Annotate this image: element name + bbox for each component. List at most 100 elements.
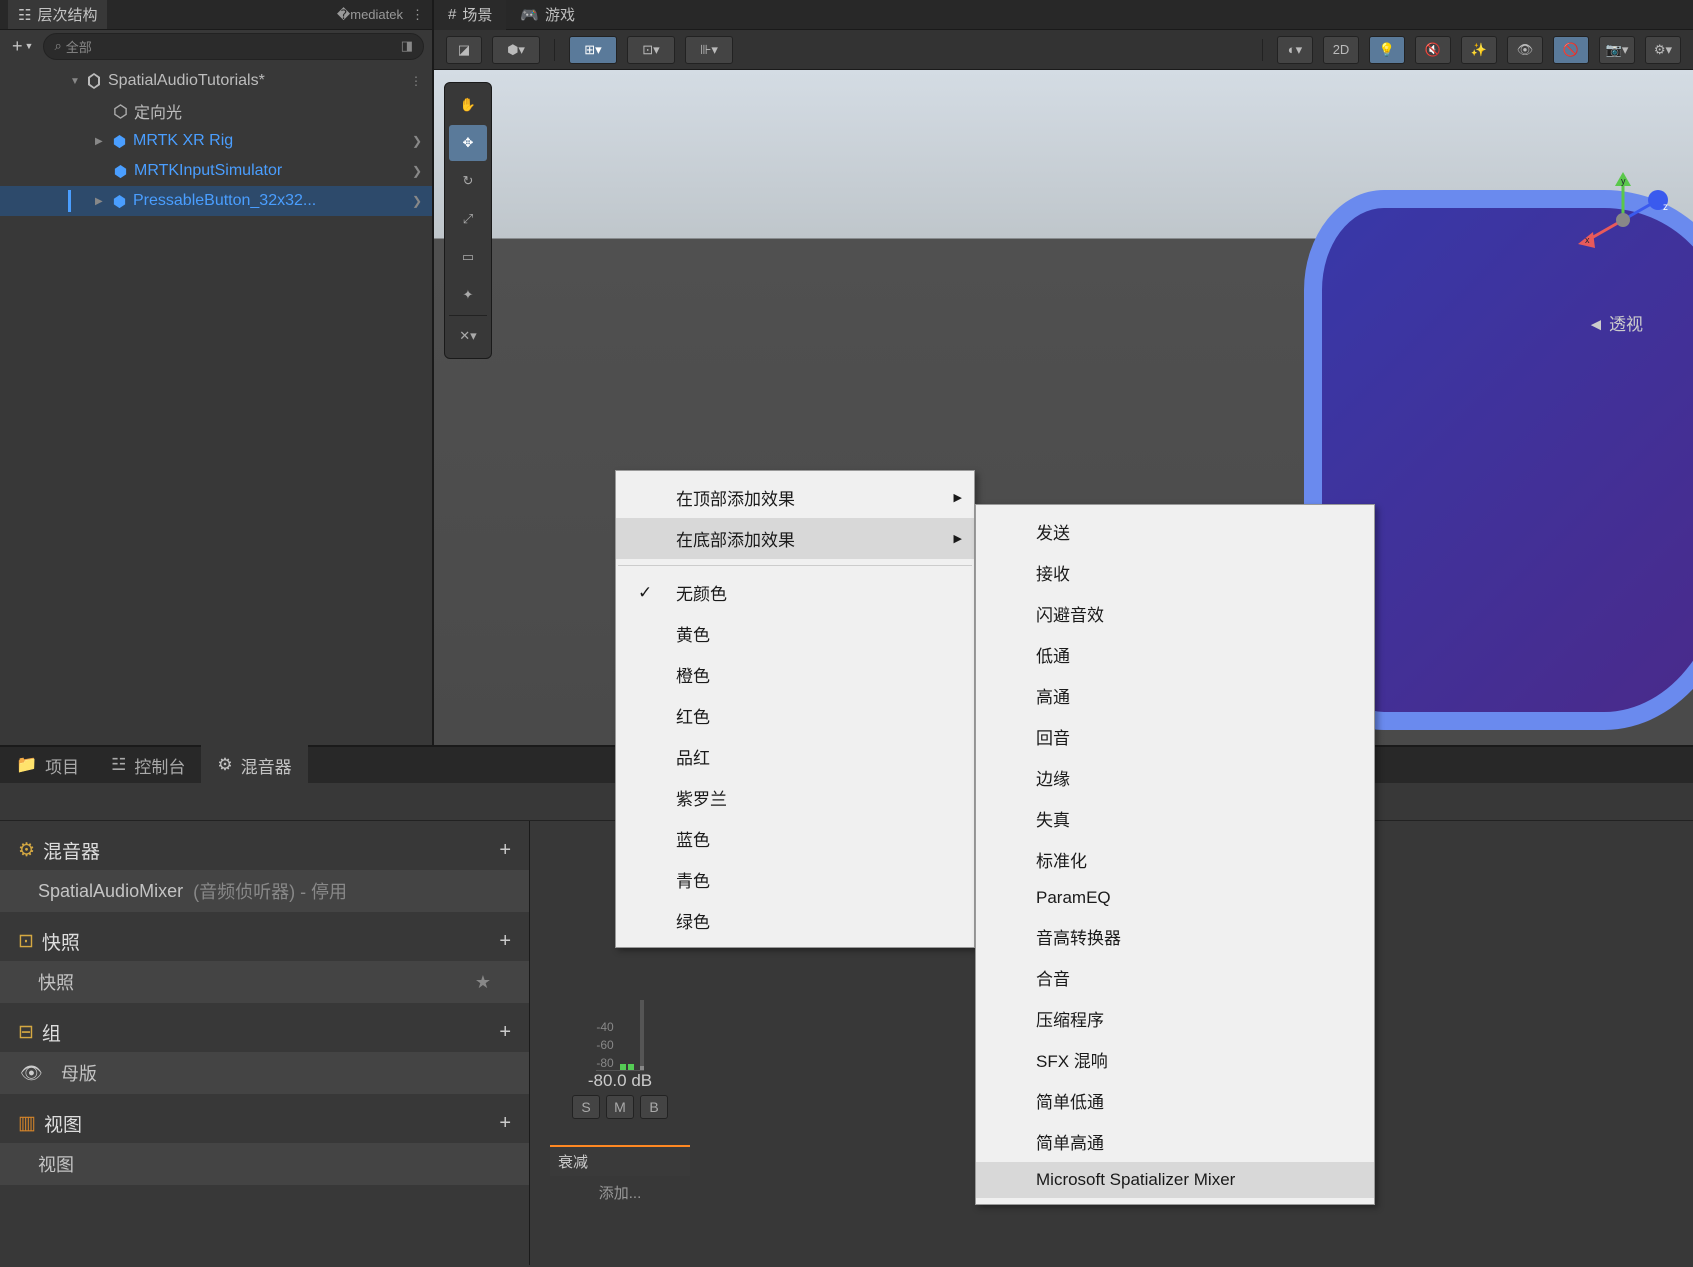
audio-btn[interactable]: 🔇 xyxy=(1415,36,1451,64)
menu-color-yellow[interactable]: 黄色 xyxy=(616,613,974,654)
lighting-btn[interactable]: 💡 xyxy=(1369,36,1405,64)
folder-icon: 📁 xyxy=(16,755,37,775)
draw-mode-btn[interactable]: ⬢▾ xyxy=(492,36,540,64)
fx-btn[interactable]: ✨ xyxy=(1461,36,1497,64)
menu-effect-sfxreverb[interactable]: SFX 混响 xyxy=(976,1039,1374,1080)
views-header: ▥ 视图 + xyxy=(0,1104,529,1143)
mixer-tab[interactable]: ⚙ 混音器 xyxy=(201,745,307,786)
mixer-sidebar: ⚙ 混音器 + SpatialAudioMixer (音频侦听器) - 停用 ⊡… xyxy=(0,821,530,1265)
rect-tool[interactable]: ▭ xyxy=(449,239,487,275)
custom-tools-btn[interactable]: ✕▾ xyxy=(449,318,487,354)
menu-color-green[interactable]: 绿色 xyxy=(616,900,974,941)
sliders-icon: ⚙ xyxy=(217,755,232,775)
menu-color-none[interactable]: ✓无颜色 xyxy=(616,572,974,613)
view-icon: ▥ xyxy=(18,1112,36,1135)
add-view-btn[interactable]: + xyxy=(499,1112,511,1135)
gameobject-icon xyxy=(110,104,130,119)
skybox-btn[interactable]: ◐▾ xyxy=(1277,36,1313,64)
eye-icon[interactable]: 👁 xyxy=(20,1063,43,1084)
view-item[interactable]: 视图 xyxy=(0,1143,529,1185)
scale-tool[interactable]: ⤢ xyxy=(449,201,487,237)
lock-icon[interactable]: �mediatek xyxy=(337,7,403,23)
menu-color-blue[interactable]: 蓝色 xyxy=(616,818,974,859)
search-filter-icon[interactable]: ◨ xyxy=(401,38,413,54)
menu-effect-distortion[interactable]: 失真 xyxy=(976,798,1374,839)
menu-effect-simplehp[interactable]: 简单高通 xyxy=(976,1121,1374,1162)
menu-effect-receive[interactable]: 接收 xyxy=(976,552,1374,593)
rotate-tool[interactable]: ↻ xyxy=(449,163,487,199)
move-tool[interactable]: ✥ xyxy=(449,125,487,161)
hierarchy-scene-root[interactable]: ▼ SpatialAudioTutorials* ⋮ xyxy=(0,66,432,96)
2d-btn[interactable]: 2D xyxy=(1323,36,1359,64)
game-tab[interactable]: 🎮 游戏 xyxy=(506,0,589,30)
menu-effect-highpass[interactable]: 高通 xyxy=(976,675,1374,716)
menu-effect-ms-spatializer[interactable]: Microsoft Spatializer Mixer xyxy=(976,1162,1374,1198)
menu-icon[interactable]: ⋮ xyxy=(411,7,424,23)
mute-btn[interactable]: M xyxy=(606,1095,634,1119)
grid-icon: # xyxy=(448,6,456,23)
hierarchy-item-inputsim[interactable]: MRTKInputSimulator ❯ xyxy=(0,156,432,186)
solo-btn[interactable]: S xyxy=(572,1095,600,1119)
hierarchy-item-xrrig[interactable]: ▶ MRTK XR Rig ❯ xyxy=(0,126,432,156)
menu-color-orange[interactable]: 橙色 xyxy=(616,654,974,695)
bypass-btn[interactable]: B xyxy=(640,1095,668,1119)
mixer-item[interactable]: SpatialAudioMixer (音频侦听器) - 停用 xyxy=(0,870,529,912)
create-dropdown[interactable]: +▼ xyxy=(8,34,37,59)
sliders-icon: ⚙ xyxy=(18,839,35,862)
menu-color-violet[interactable]: 紫罗兰 xyxy=(616,777,974,818)
hierarchy-item-light[interactable]: 定向光 xyxy=(0,96,432,126)
shading-mode-btn[interactable]: ◪ xyxy=(446,36,482,64)
mixer-label: 混音器 xyxy=(241,753,292,778)
transform-tool[interactable]: ✦ xyxy=(449,277,487,313)
hidden-btn[interactable]: 🚫 xyxy=(1553,36,1589,64)
menu-effect-send[interactable]: 发送 xyxy=(976,511,1374,552)
add-snapshot-btn[interactable]: + xyxy=(499,930,511,953)
menu-color-cyan[interactable]: 青色 xyxy=(616,859,974,900)
add-effect-btn[interactable]: 添加... xyxy=(593,1176,648,1209)
chevron-right-icon[interactable]: ❯ xyxy=(412,164,422,178)
orientation-gizmo[interactable]: y x z xyxy=(1573,170,1673,270)
visibility-btn[interactable]: 👁 xyxy=(1507,36,1543,64)
menu-effect-duck[interactable]: 闪避音效 xyxy=(976,593,1374,634)
attenuation-slot[interactable]: 衰减 xyxy=(550,1145,690,1176)
snapshots-header: ⊡ 快照 + xyxy=(0,922,529,961)
more-icon[interactable]: ⋮ xyxy=(410,74,422,88)
console-tab[interactable]: ☳ 控制台 xyxy=(95,745,201,786)
hierarchy-icon: ☷ xyxy=(18,6,31,24)
menu-color-magenta[interactable]: 品红 xyxy=(616,736,974,777)
snapshot-item[interactable]: 快照 ★ xyxy=(0,961,529,1003)
menu-effect-compressor[interactable]: 压缩程序 xyxy=(976,998,1374,1039)
expand-icon[interactable]: ▶ xyxy=(95,136,109,147)
star-icon[interactable]: ★ xyxy=(475,972,491,993)
project-tab[interactable]: 📁 项目 xyxy=(0,745,95,786)
chevron-right-icon[interactable]: ❯ xyxy=(412,194,422,208)
hierarchy-tab[interactable]: ☷ 层次结构 xyxy=(8,0,107,29)
scene-tab[interactable]: # 场景 xyxy=(434,0,506,30)
master-item[interactable]: 👁 母版 xyxy=(0,1052,529,1094)
menu-effect-echo[interactable]: 回音 xyxy=(976,716,1374,757)
increment-btn[interactable]: ⊪▾ xyxy=(685,36,733,64)
menu-color-red[interactable]: 红色 xyxy=(616,695,974,736)
hierarchy-item-button[interactable]: ▶ PressableButton_32x32... ❯ xyxy=(0,186,432,216)
camera-btn[interactable]: 📷▾ xyxy=(1599,36,1635,64)
menu-effect-normalize[interactable]: 标准化 xyxy=(976,839,1374,880)
grid-btn[interactable]: ⊞▾ xyxy=(569,36,617,64)
menu-effect-chorus[interactable]: 合音 xyxy=(976,957,1374,998)
menu-effect-edge[interactable]: 边缘 xyxy=(976,757,1374,798)
gizmos-btn[interactable]: ⚙▾ xyxy=(1645,36,1681,64)
menu-add-effect-top[interactable]: 在顶部添加效果▶ xyxy=(616,477,974,518)
menu-add-effect-bottom[interactable]: 在底部添加效果▶ xyxy=(616,518,974,559)
expand-icon[interactable]: ▼ xyxy=(70,76,84,87)
menu-effect-lowpass[interactable]: 低通 xyxy=(976,634,1374,675)
expand-icon[interactable]: ▶ xyxy=(95,196,109,207)
perspective-label[interactable]: 透视 xyxy=(1587,310,1643,335)
menu-effect-simplelp[interactable]: 简单低通 xyxy=(976,1080,1374,1121)
hand-tool[interactable]: ✋ xyxy=(449,87,487,123)
snap-btn[interactable]: ⊡▾ xyxy=(627,36,675,64)
hierarchy-search[interactable]: ⌕ 全部 ◨ xyxy=(43,33,424,60)
menu-effect-parameq[interactable]: ParamEQ xyxy=(976,880,1374,916)
chevron-right-icon[interactable]: ❯ xyxy=(412,134,422,148)
add-mixer-btn[interactable]: + xyxy=(499,839,511,862)
menu-effect-pitchshift[interactable]: 音高转换器 xyxy=(976,916,1374,957)
add-group-btn[interactable]: + xyxy=(499,1021,511,1044)
